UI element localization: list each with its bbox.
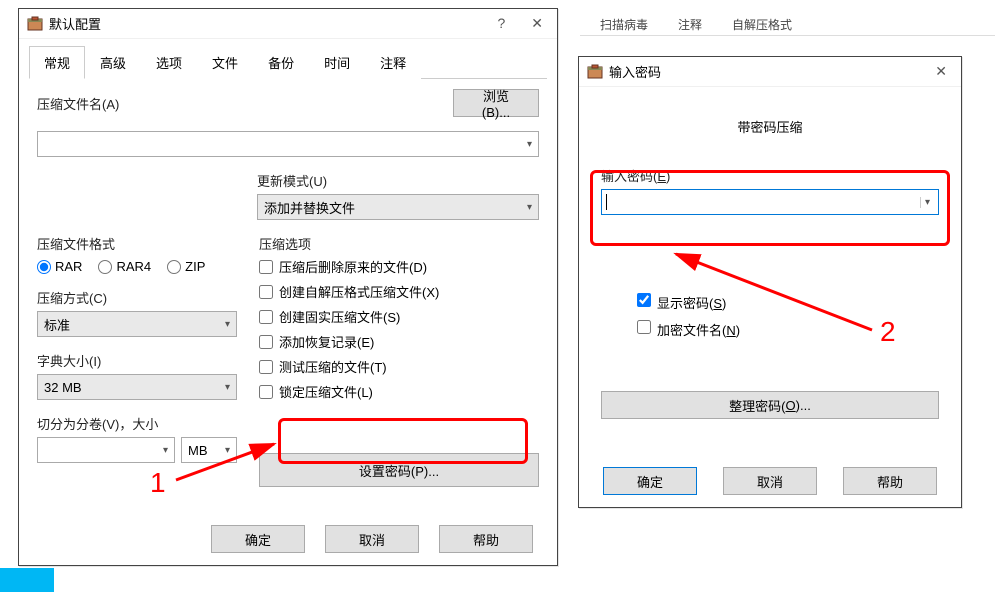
archive-name-combo[interactable]: ▾ xyxy=(37,131,539,157)
dialog2-help-button[interactable]: 帮助 xyxy=(843,467,937,495)
password-input[interactable]: ▾ xyxy=(601,189,939,215)
opt-delete-after[interactable]: 压缩后删除原来的文件(D) xyxy=(259,257,539,276)
update-mode-value: 添加并替换文件 xyxy=(264,198,355,217)
set-password-button[interactable]: 设置密码(P)... xyxy=(259,453,539,487)
dialog1-titlebar: 默认配置 ? ✕ xyxy=(19,9,557,39)
method-combo[interactable]: 标准▾ xyxy=(37,311,237,337)
help-button[interactable]: ? xyxy=(491,13,511,34)
dialog2-cancel-button[interactable]: 取消 xyxy=(723,467,817,495)
enter-password-label: 输入密码(E) xyxy=(601,166,939,185)
close-button[interactable]: ✕ xyxy=(525,13,549,34)
tab-options[interactable]: 选项 xyxy=(141,46,197,79)
format-zip[interactable]: ZIP xyxy=(167,259,205,274)
enter-password-dialog: 输入密码 ✕ 带密码压缩 输入密码(E) ▾ 显示密码(S) 加密文件名(N) … xyxy=(578,56,962,508)
dialog2-title: 输入密码 xyxy=(609,62,929,81)
dict-combo[interactable]: 32 MB▾ xyxy=(37,374,237,400)
update-mode-combo[interactable]: 添加并替换文件 ▾ xyxy=(257,194,539,220)
default-config-dialog: 默认配置 ? ✕ 常规 高级 选项 文件 备份 时间 注释 压缩文件名(A) 浏… xyxy=(18,8,558,566)
toolbar-sfx[interactable]: 自解压格式 xyxy=(732,2,792,33)
annotation-1: 1 xyxy=(150,467,166,499)
winrar-icon xyxy=(27,16,43,32)
dialog1-help-button[interactable]: 帮助 xyxy=(439,525,533,553)
dict-value: 32 MB xyxy=(44,380,82,395)
opt-solid[interactable]: 创建固实压缩文件(S) xyxy=(259,307,539,326)
toolbar-scan[interactable]: 扫描病毒 xyxy=(600,2,648,33)
volume-size-combo[interactable]: ▾ xyxy=(37,437,175,463)
taskbar-fragment xyxy=(0,568,54,592)
archive-name-label: 压缩文件名(A) xyxy=(37,94,445,113)
tab-comment[interactable]: 注释 xyxy=(365,46,421,79)
method-label: 压缩方式(C) xyxy=(37,288,237,307)
toolbar-comment[interactable]: 注释 xyxy=(678,2,702,33)
tab-time[interactable]: 时间 xyxy=(309,46,365,79)
close-button[interactable]: ✕ xyxy=(929,61,953,82)
tab-general[interactable]: 常规 xyxy=(29,46,85,79)
format-rar[interactable]: RAR xyxy=(37,259,82,274)
opt-lock[interactable]: 锁定压缩文件(L) xyxy=(259,382,539,401)
opt-test[interactable]: 测试压缩的文件(T) xyxy=(259,357,539,376)
format-label: 压缩文件格式 xyxy=(37,234,237,253)
browse-button[interactable]: 浏览(B)... xyxy=(453,89,539,117)
dict-label: 字典大小(I) xyxy=(37,351,237,370)
format-rar4[interactable]: RAR4 xyxy=(98,259,151,274)
dialog2-titlebar: 输入密码 ✕ xyxy=(579,57,961,87)
volume-unit-combo[interactable]: MB▾ xyxy=(181,437,237,463)
volume-label: 切分为分卷(V)，大小 xyxy=(37,414,237,433)
tab-bar: 常规 高级 选项 文件 备份 时间 注释 xyxy=(29,45,547,79)
password-headline: 带密码压缩 xyxy=(601,117,939,136)
annotation-2: 2 xyxy=(880,316,896,348)
dialog1-ok-button[interactable]: 确定 xyxy=(211,525,305,553)
tab-files[interactable]: 文件 xyxy=(197,46,253,79)
options-label: 压缩选项 xyxy=(259,234,539,253)
winrar-icon xyxy=(587,64,603,80)
method-value: 标准 xyxy=(44,315,70,334)
dialog2-ok-button[interactable]: 确定 xyxy=(603,467,697,495)
background-toolbar: 扫描病毒 注释 自解压格式 xyxy=(580,0,995,36)
tab-backup[interactable]: 备份 xyxy=(253,46,309,79)
tab-advanced[interactable]: 高级 xyxy=(85,46,141,79)
manage-passwords-button[interactable]: 整理密码(O)... xyxy=(601,391,939,419)
opt-sfx[interactable]: 创建自解压格式压缩文件(X) xyxy=(259,282,539,301)
opt-recovery[interactable]: 添加恢复记录(E) xyxy=(259,332,539,351)
dialog1-cancel-button[interactable]: 取消 xyxy=(325,525,419,553)
update-mode-label: 更新模式(U) xyxy=(257,171,539,190)
show-password-checkbox[interactable]: 显示密码(S) xyxy=(637,293,939,312)
dialog1-title: 默认配置 xyxy=(49,14,491,33)
